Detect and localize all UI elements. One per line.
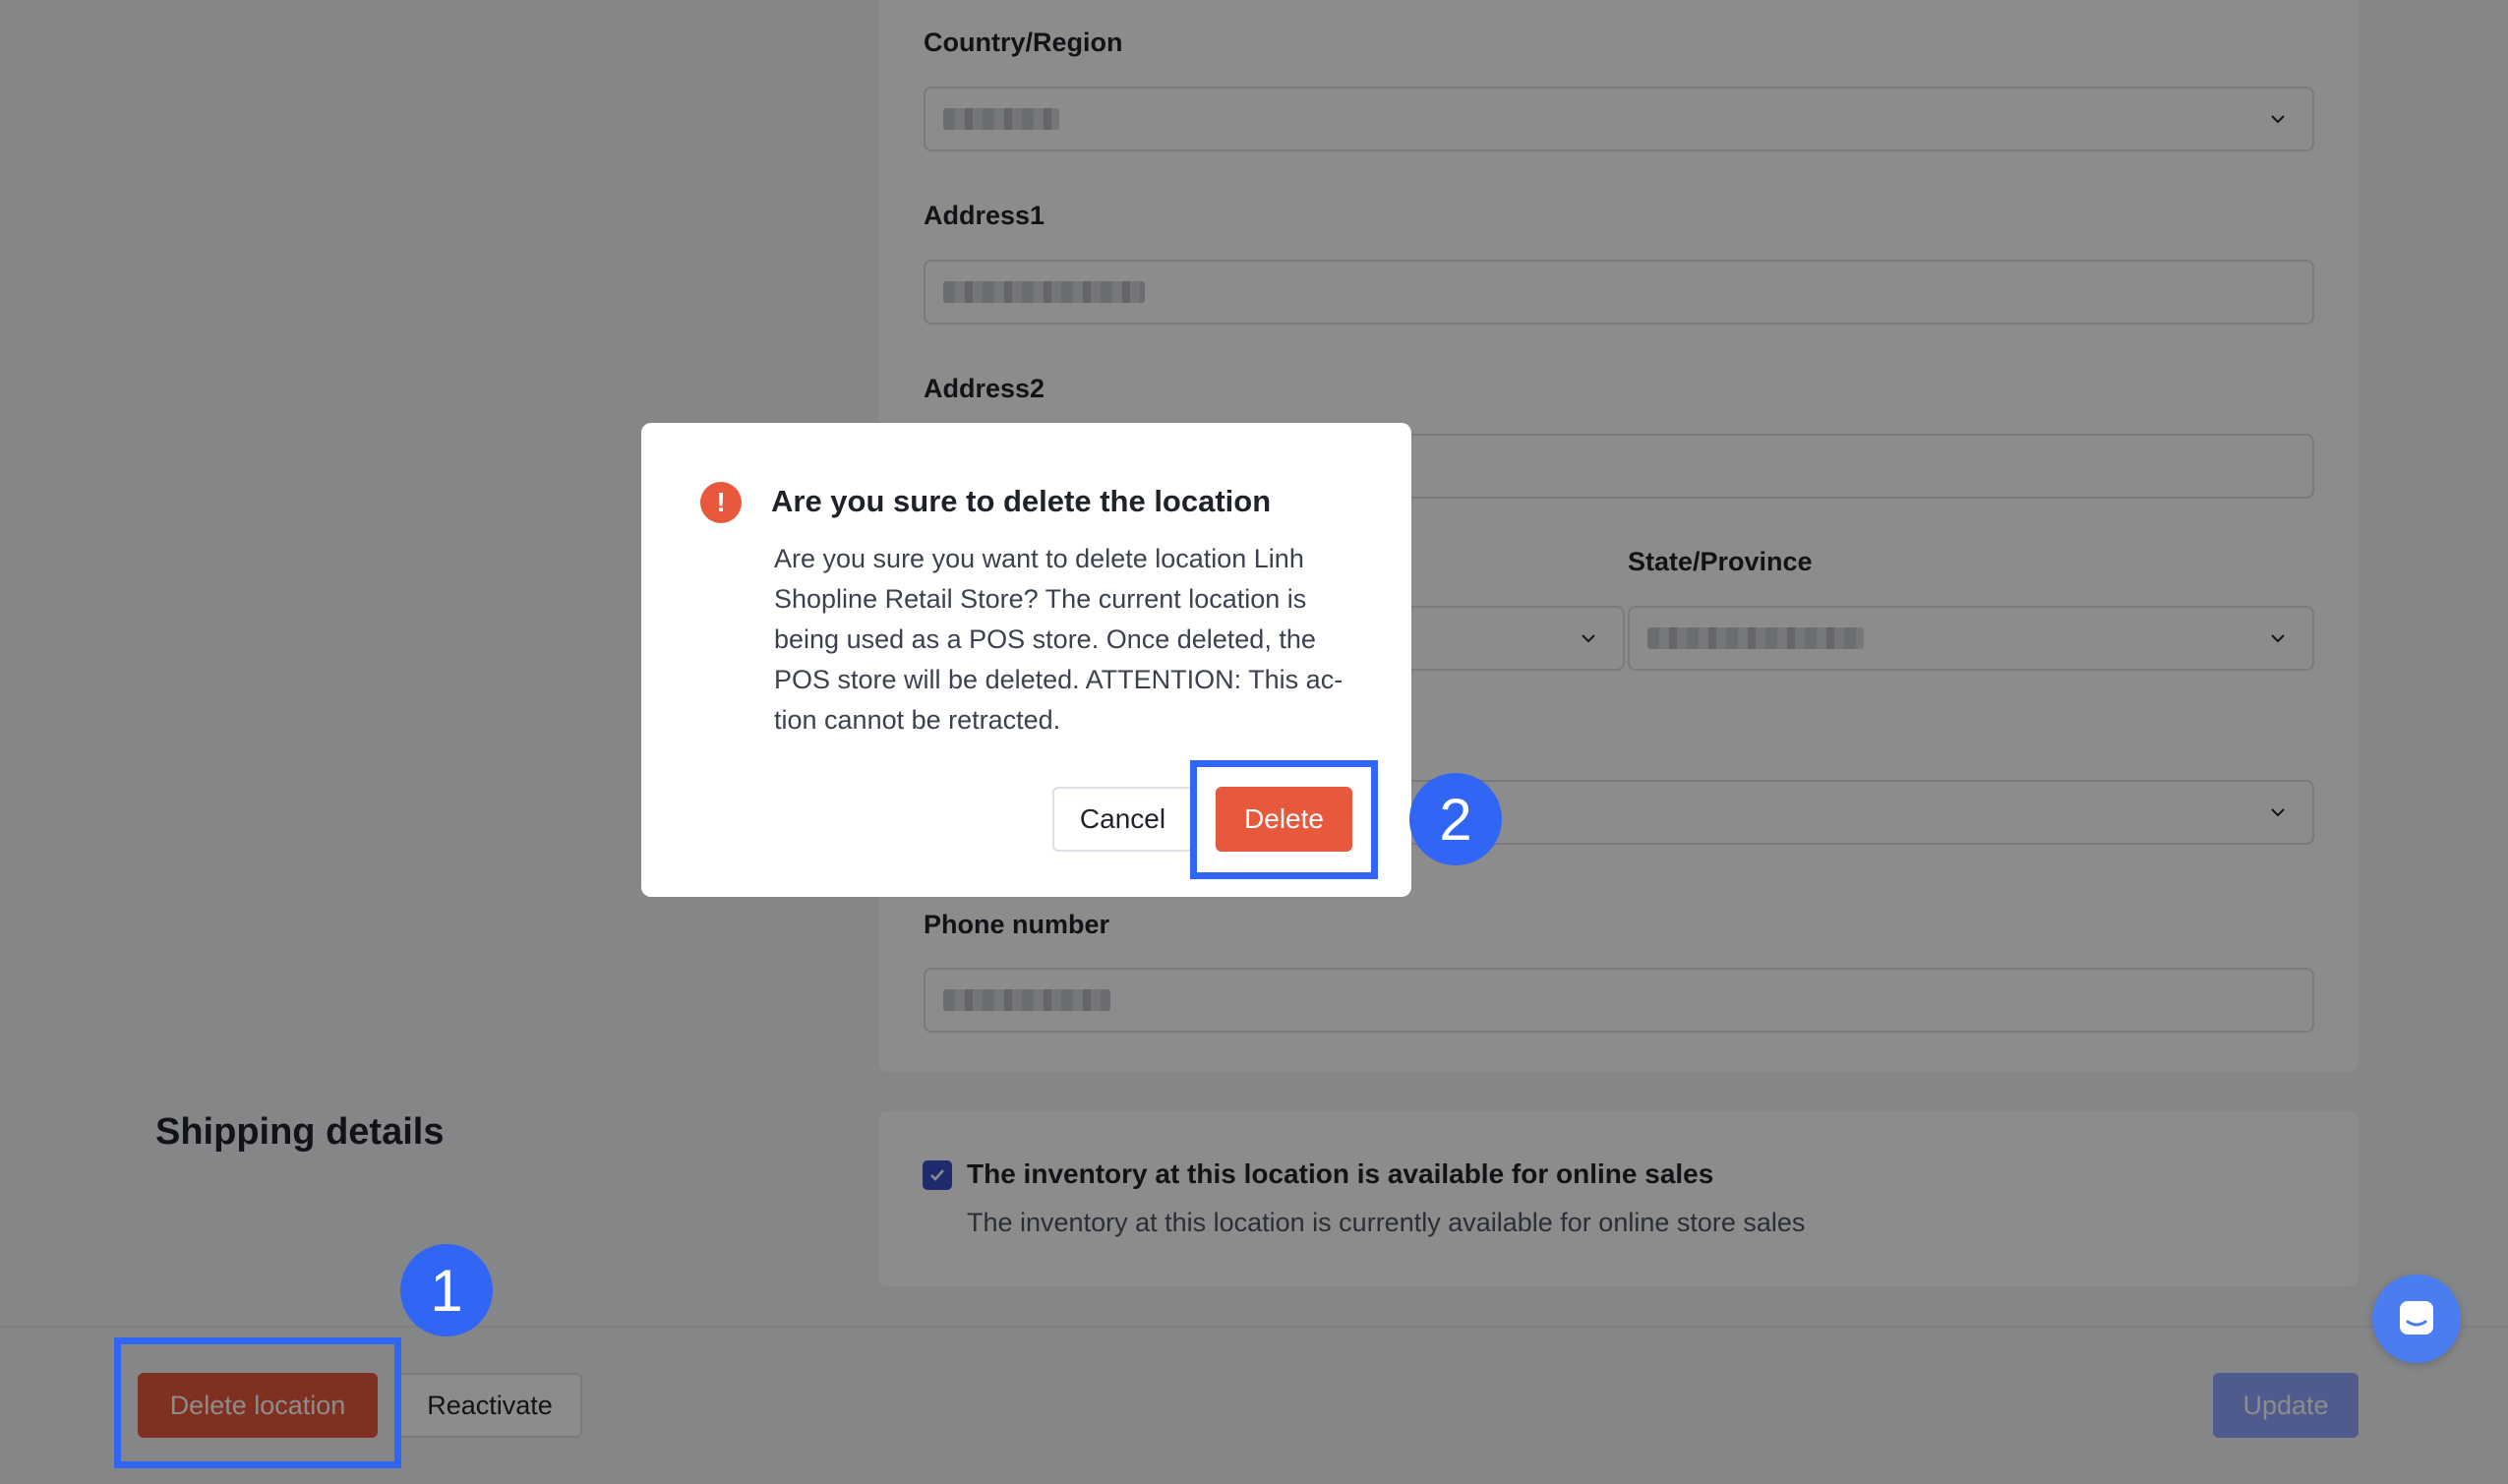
dialog-message: Are you sure you want to delete location… bbox=[774, 544, 1344, 735]
step-2-highlight bbox=[1190, 760, 1378, 879]
chat-support-button[interactable] bbox=[2372, 1275, 2461, 1363]
warning-icon: ! bbox=[700, 482, 742, 523]
step-1-highlight bbox=[114, 1337, 401, 1468]
cancel-button[interactable]: Cancel bbox=[1052, 787, 1193, 852]
step-1-badge: 1 bbox=[400, 1244, 493, 1336]
chat-icon bbox=[2400, 1301, 2433, 1335]
dialog-title: Are you sure to delete the location bbox=[771, 484, 1272, 518]
step-2-badge: 2 bbox=[1409, 773, 1502, 865]
